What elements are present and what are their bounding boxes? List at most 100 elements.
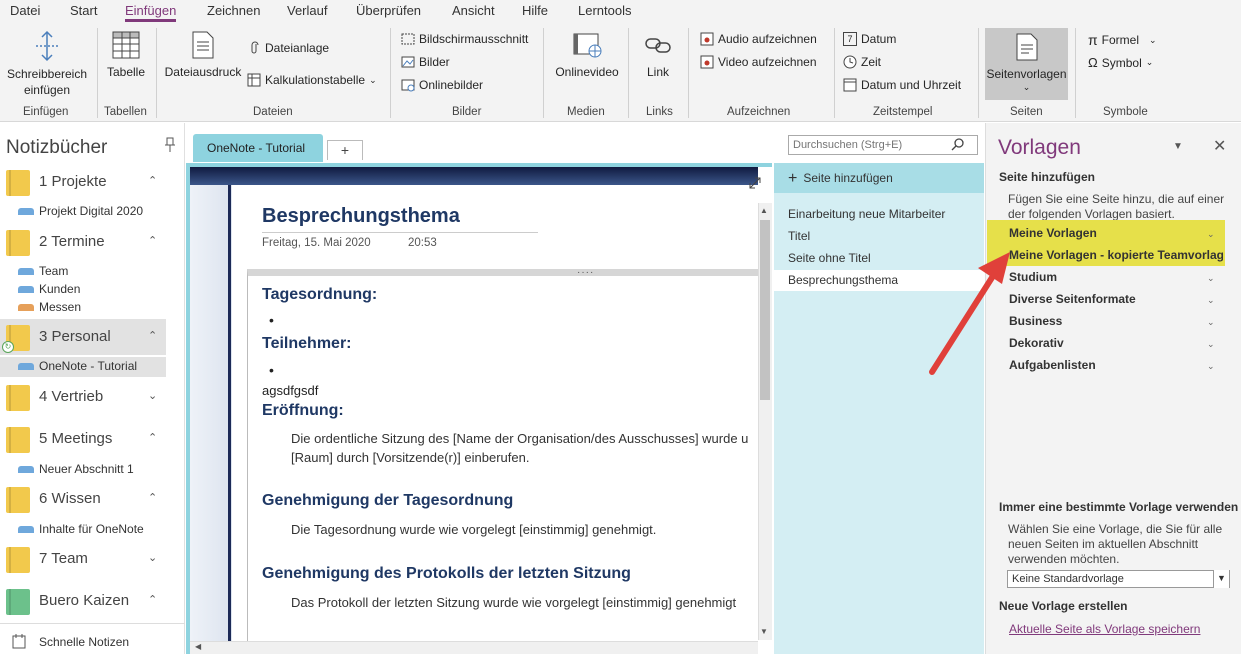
scroll-down-icon[interactable]: ▼ <box>760 627 768 636</box>
record-video-button[interactable]: Video aufzeichnen <box>700 55 817 69</box>
menu-tab-datei[interactable]: Datei <box>10 3 40 18</box>
menu-tab-start[interactable]: Start <box>70 3 97 18</box>
heading-participants[interactable]: Teilnehmer: <box>262 335 352 353</box>
save-as-template-link[interactable]: Aktuelle Seite als Vorlage speichern <box>1009 622 1200 636</box>
section-messen[interactable]: Messen <box>0 298 166 316</box>
section-projekt-digital[interactable]: Projekt Digital 2020 <box>0 202 166 220</box>
pane-title: Vorlagen <box>998 136 1081 159</box>
date-button[interactable]: 7 Datum <box>843 32 896 46</box>
chevron-up-icon[interactable]: ⌃ <box>148 234 157 247</box>
table-button[interactable]: Tabelle <box>103 30 149 80</box>
chevron-up-icon[interactable]: ⌃ <box>148 431 157 444</box>
record-audio-button[interactable]: Audio aufzeichnen <box>700 32 817 46</box>
formula-button[interactable]: π Formel ⌄ <box>1088 32 1157 48</box>
heading-agenda[interactable]: Tagesordnung: <box>262 286 377 304</box>
category-business[interactable]: Business <box>1009 314 1223 328</box>
menu-tab-zeichnen[interactable]: Zeichnen <box>207 3 260 18</box>
page-item[interactable]: Einarbeitung neue Mitarbeiter <box>788 207 945 221</box>
menu-tab-hilfe[interactable]: Hilfe <box>522 3 548 18</box>
online-pictures-button[interactable]: Onlinebilder <box>401 78 483 92</box>
spreadsheet-button[interactable]: Kalkulationstabelle ⌄ <box>247 73 377 87</box>
paragraph-opening-2[interactable]: [Raum] durch [Vorsitzende(r)] einberufen… <box>291 448 529 467</box>
scroll-left-icon[interactable]: ◀ <box>195 642 201 651</box>
section-inhalte[interactable]: Inhalte für OneNote <box>0 520 166 538</box>
chevron-down-icon[interactable]: ⌄ <box>148 551 157 564</box>
printout-button[interactable]: Dateiausdruck <box>163 30 243 80</box>
paragraph-opening-1[interactable]: Die ordentliche Sitzung des [Name der Or… <box>291 429 748 448</box>
category-diverse[interactable]: Diverse Seitenformate <box>1009 292 1223 306</box>
section-neuer-abschnitt[interactable]: Neuer Abschnitt 1 <box>0 460 166 478</box>
expand-icon[interactable] <box>748 176 762 190</box>
chevron-up-icon[interactable]: ⌃ <box>148 329 157 342</box>
link-button[interactable]: Link <box>635 30 681 80</box>
category-dekorativ[interactable]: Dekorativ <box>1009 336 1223 350</box>
pictures-button[interactable]: Bilder <box>401 55 450 69</box>
paragraph-approval-agenda[interactable]: Die Tagesordnung wurde wie vorgelegt [ei… <box>291 520 656 539</box>
search-icon[interactable] <box>950 138 966 152</box>
page-item-selected[interactable]: Besprechungsthema <box>788 273 898 287</box>
attachment-button[interactable]: Dateianlage <box>247 41 329 55</box>
notebook-7-team[interactable]: 7 Team ⌄ <box>0 541 166 577</box>
add-page-button[interactable]: + Seite hinzufügen <box>774 163 984 193</box>
default-template-select[interactable]: Keine Standardvorlage <box>1007 570 1230 588</box>
section-team[interactable]: Team <box>0 262 166 280</box>
notebook-6-wissen[interactable]: 6 Wissen ⌃ <box>0 481 166 517</box>
menu-tab-lerntools[interactable]: Lerntools <box>578 3 631 18</box>
scrollbar-thumb[interactable] <box>760 220 770 400</box>
spreadsheet-label: Kalkulationstabelle <box>265 73 366 87</box>
tab-onenote-tutorial[interactable]: OneNote - Tutorial <box>193 134 323 162</box>
pane-menu-icon[interactable]: ▼ <box>1173 141 1183 152</box>
time-button[interactable]: Zeit <box>843 55 881 69</box>
chevron-up-icon[interactable]: ⌃ <box>148 593 157 606</box>
chevron-up-icon[interactable]: ⌃ <box>148 174 157 187</box>
chevron-down-icon[interactable]: ▼ <box>1213 570 1229 588</box>
menu-tab-verlauf[interactable]: Verlauf <box>287 3 327 18</box>
chevron-down-icon[interactable]: ⌄ <box>148 389 157 402</box>
online-video-button[interactable]: Onlinevideo <box>552 30 622 80</box>
heading-approval-minutes[interactable]: Genehmigung des Protokolls der letzten S… <box>262 565 631 583</box>
scroll-up-icon[interactable]: ▲ <box>760 206 768 215</box>
typed-text[interactable]: agsdfgsdf <box>262 383 318 398</box>
category-aufgabenlisten[interactable]: Aufgabenlisten <box>1009 358 1223 372</box>
symbol-button[interactable]: Ω Symbol ⌄ <box>1088 55 1153 70</box>
notebook-1-projekte[interactable]: 1 Projekte ⌃ <box>0 164 166 200</box>
insert-space-button[interactable]: Schreibbereich einfügen <box>4 30 90 98</box>
page-item[interactable]: Titel <box>788 229 810 243</box>
section-onenote-tutorial[interactable]: OneNote - Tutorial <box>0 357 166 377</box>
add-section-button[interactable]: + <box>327 140 363 160</box>
page-item[interactable]: Seite ohne Titel <box>788 251 871 265</box>
horizontal-scrollbar[interactable] <box>190 641 758 654</box>
menu-tab-einfuegen[interactable]: Einfügen <box>125 3 177 22</box>
chevron-down-icon[interactable]: ⌄ <box>1207 273 1215 284</box>
chevron-down-icon[interactable]: ⌄ <box>1207 317 1215 328</box>
category-kopierte-teamvorlage[interactable]: Meine Vorlagen - kopierte Teamvorlage <box>1009 248 1223 262</box>
heading-opening[interactable]: Eröffnung: <box>262 402 344 420</box>
screenshot-button[interactable]: Bildschirmausschnitt <box>401 32 528 46</box>
paragraph-approval-minutes[interactable]: Das Protokoll der letzten Sitzung wurde … <box>291 593 736 612</box>
menu-tab-ansicht[interactable]: Ansicht <box>452 3 495 18</box>
category-meine-vorlagen[interactable]: Meine Vorlagen <box>1009 226 1223 240</box>
heading-approval-agenda[interactable]: Genehmigung der Tagesordnung <box>262 492 513 510</box>
page-title[interactable]: Besprechungsthema <box>262 205 460 228</box>
quick-notes[interactable]: Schnelle Notizen <box>0 633 166 651</box>
pin-icon[interactable] <box>164 137 176 153</box>
chevron-down-icon[interactable]: ⌄ <box>1207 295 1215 306</box>
menu-tab-ueberpruefen[interactable]: Überprüfen <box>356 3 421 18</box>
notebook-3-personal[interactable]: ↻ 3 Personal ⌃ <box>0 319 166 355</box>
chevron-down-icon[interactable]: ⌄ <box>1207 361 1215 372</box>
chevron-down-icon[interactable]: ⌄ <box>1207 339 1215 350</box>
chevron-up-icon[interactable]: ⌃ <box>148 491 157 504</box>
container-handle[interactable]: ···· <box>577 267 594 278</box>
notebook-2-termine[interactable]: 2 Termine ⌃ <box>0 224 166 260</box>
chevron-down-icon: ⌄ <box>1145 57 1154 67</box>
page-canvas[interactable]: Besprechungsthema Freitag, 15. Mai 2020 … <box>190 167 758 642</box>
notebook-buero-kaizen[interactable]: Buero Kaizen ⌃ <box>0 583 166 619</box>
category-studium[interactable]: Studium <box>1009 270 1223 284</box>
page-templates-button[interactable]: Seitenvorlagen ⌄ <box>985 28 1068 100</box>
notebook-5-meetings[interactable]: 5 Meetings ⌃ <box>0 421 166 457</box>
section-kunden[interactable]: Kunden <box>0 280 166 298</box>
date-time-button[interactable]: Datum und Uhrzeit <box>843 78 961 92</box>
chevron-down-icon[interactable]: ⌄ <box>1207 229 1215 240</box>
notebook-4-vertrieb[interactable]: 4 Vertrieb ⌄ <box>0 379 166 415</box>
close-icon[interactable]: ✕ <box>1213 136 1226 156</box>
